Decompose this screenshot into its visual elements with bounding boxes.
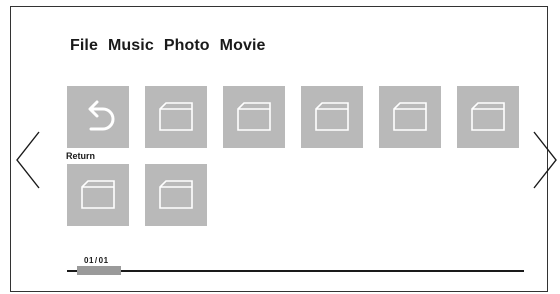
return-label: Return	[66, 151, 95, 161]
page-scroll-track[interactable]	[67, 270, 524, 272]
current-page: 01	[84, 256, 94, 265]
folder-tile[interactable]	[145, 164, 207, 226]
tab-movie[interactable]: Movie	[220, 37, 266, 55]
folder-tile[interactable]	[145, 86, 207, 148]
folder-icon	[393, 102, 427, 131]
folder-icon	[159, 102, 193, 131]
folder-icon	[237, 102, 271, 131]
total-pages: 01	[98, 256, 109, 265]
page-scroll-thumb[interactable]	[77, 266, 121, 275]
folder-icon	[159, 180, 193, 209]
folder-icon	[81, 180, 115, 209]
folder-tile[interactable]	[223, 86, 285, 148]
chevron-right-icon[interactable]	[531, 130, 560, 190]
tab-file[interactable]: File	[70, 37, 98, 55]
return-tile[interactable]	[67, 86, 129, 148]
folder-icon	[315, 102, 349, 131]
page-indicator: 01/01	[84, 256, 109, 265]
media-type-tabs: File Music Photo Movie	[70, 37, 275, 55]
folder-tile[interactable]	[67, 164, 129, 226]
folder-tile[interactable]	[301, 86, 363, 148]
folder-tile[interactable]	[379, 86, 441, 148]
folder-tile[interactable]	[457, 86, 519, 148]
tab-photo[interactable]: Photo	[164, 37, 210, 55]
folder-icon	[471, 102, 505, 131]
chevron-left-icon[interactable]	[14, 130, 44, 190]
return-arrow-icon	[88, 100, 115, 131]
tab-music[interactable]: Music	[108, 37, 154, 55]
page-separator: /	[94, 256, 98, 265]
